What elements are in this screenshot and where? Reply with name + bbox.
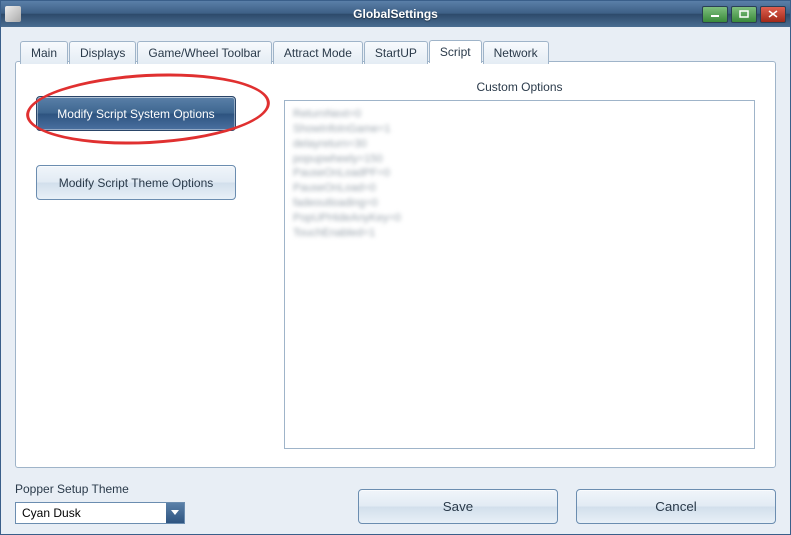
script-right-column: Custom Options ReturnNext=0 ShowInfoInGa… xyxy=(284,80,755,449)
tab-main[interactable]: Main xyxy=(20,41,68,64)
tab-control: Main Displays Game/Wheel Toolbar Attract… xyxy=(15,61,776,468)
theme-select[interactable]: Cyan Dusk xyxy=(15,502,185,524)
tab-attract-mode[interactable]: Attract Mode xyxy=(273,41,363,64)
custom-option-line: PauseOnLoad=0 xyxy=(293,181,746,196)
tab-game-wheel-toolbar[interactable]: Game/Wheel Toolbar xyxy=(137,41,272,64)
theme-select-value: Cyan Dusk xyxy=(22,506,81,520)
chevron-down-icon xyxy=(166,503,184,523)
maximize-button[interactable] xyxy=(731,6,757,23)
custom-option-line: fadeoutloading=0 xyxy=(293,196,746,211)
custom-option-line: PopUPHideAnyKey=0 xyxy=(293,211,746,226)
theme-label: Popper Setup Theme xyxy=(15,482,185,496)
tab-startup[interactable]: StartUP xyxy=(364,41,428,64)
modify-script-theme-options-button[interactable]: Modify Script Theme Options xyxy=(36,165,236,200)
app-icon xyxy=(5,6,21,22)
custom-option-line: PauseOnLoadPF=0 xyxy=(293,166,746,181)
custom-option-line: TouchEnabled=1 xyxy=(293,226,746,241)
window-content: Main Displays Game/Wheel Toolbar Attract… xyxy=(1,27,790,534)
tab-script[interactable]: Script xyxy=(429,40,482,63)
custom-options-textarea[interactable]: ReturnNext=0 ShowInfoInGame=1 delayretur… xyxy=(284,100,755,449)
cancel-button[interactable]: Cancel xyxy=(576,489,776,524)
custom-option-line: delayreturn=30 xyxy=(293,137,746,152)
custom-option-line: ShowInfoInGame=1 xyxy=(293,122,746,137)
save-button[interactable]: Save xyxy=(358,489,558,524)
window-title: GlobalSettings xyxy=(1,7,790,21)
script-left-column: Modify Script System Options Modify Scri… xyxy=(36,80,266,449)
script-tab-panel: Modify Script System Options Modify Scri… xyxy=(16,62,775,467)
minimize-button[interactable] xyxy=(702,6,728,23)
custom-option-line: ReturnNext=0 xyxy=(293,107,746,122)
tabstrip: Main Displays Game/Wheel Toolbar Attract… xyxy=(20,40,550,63)
tab-displays[interactable]: Displays xyxy=(69,41,136,64)
footer: Popper Setup Theme Cyan Dusk Save Cancel xyxy=(15,468,776,524)
custom-options-label: Custom Options xyxy=(284,80,755,94)
close-button[interactable] xyxy=(760,6,786,23)
custom-option-line: popupwheely=150 xyxy=(293,152,746,167)
titlebar: GlobalSettings xyxy=(1,1,790,27)
tab-network[interactable]: Network xyxy=(483,41,549,64)
modify-script-system-options-button[interactable]: Modify Script System Options xyxy=(36,96,236,131)
theme-block: Popper Setup Theme Cyan Dusk xyxy=(15,482,185,524)
global-settings-window: GlobalSettings Main Displays Game/Wheel … xyxy=(0,0,791,535)
